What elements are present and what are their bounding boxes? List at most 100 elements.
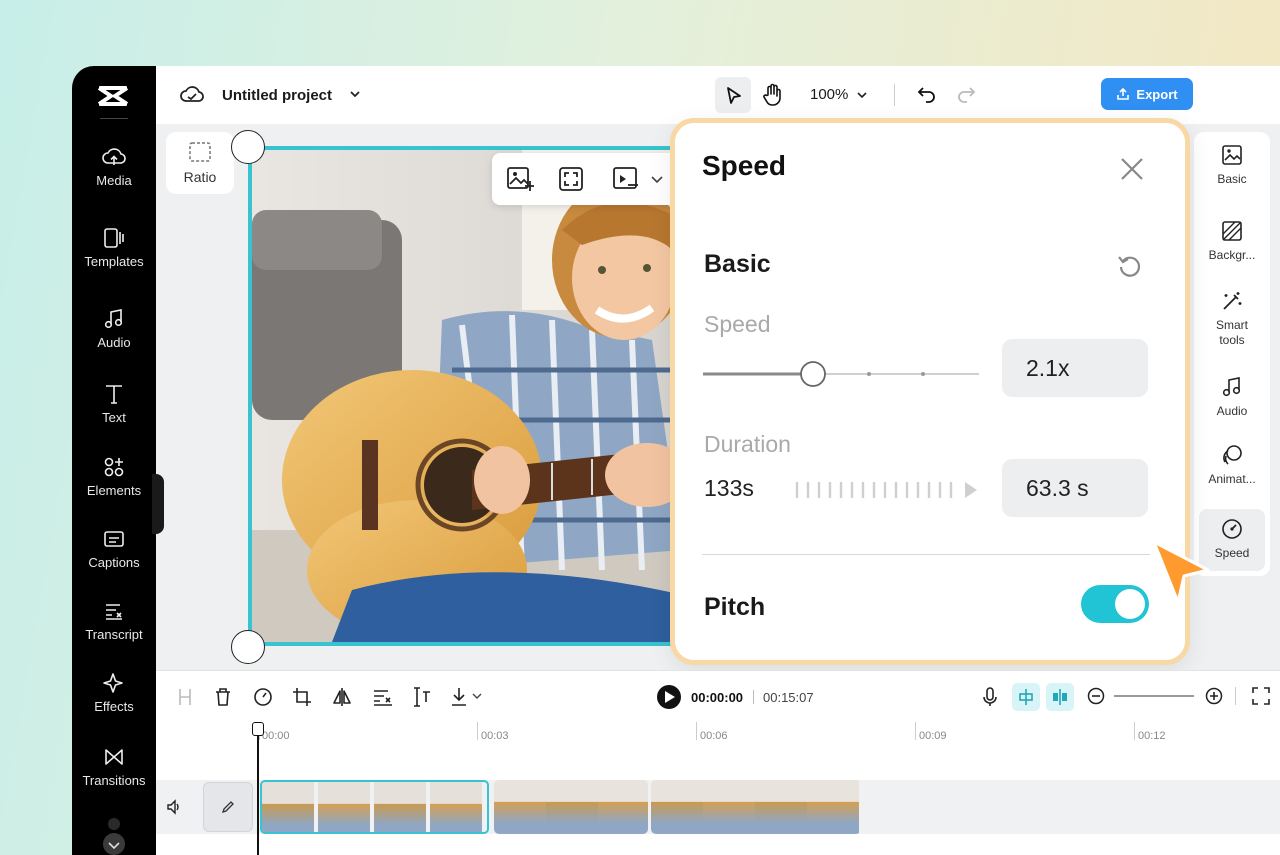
sidebar-item-label: Elements: [86, 483, 142, 498]
crop-icon[interactable]: [292, 687, 312, 707]
close-icon[interactable]: [1119, 156, 1145, 182]
ratio-icon: [189, 142, 211, 162]
video-clip[interactable]: [494, 780, 648, 834]
magnet-snap-button[interactable]: [1012, 683, 1040, 711]
header-divider: [894, 84, 895, 106]
sidebar-item-label: Captions: [88, 555, 140, 570]
image-adjust-icon: [1222, 145, 1242, 165]
floatbar-chevron-icon[interactable]: [650, 173, 664, 185]
flip-icon[interactable]: [332, 687, 352, 707]
track-audio-icon[interactable]: [166, 799, 182, 815]
right-item-background[interactable]: Backgr...: [1194, 220, 1270, 263]
chevron-down-icon[interactable]: [349, 89, 361, 99]
duration-value-field[interactable]: 63.3 s: [1002, 459, 1148, 517]
upload-icon: [1117, 87, 1130, 100]
right-item-basic[interactable]: Basic: [1194, 144, 1270, 187]
music-note-icon: [1222, 377, 1241, 397]
sidebar-item-transcript[interactable]: Transcript: [72, 600, 156, 642]
zoom-level[interactable]: 100%: [810, 86, 848, 103]
sidebar-item-label: Text: [102, 410, 126, 425]
delete-icon[interactable]: [214, 687, 232, 707]
right-item-smart-tools[interactable]: Smart tools: [1194, 290, 1270, 348]
basic-section-heading: Basic: [704, 250, 771, 278]
duration-value: 63.3 s: [1026, 474, 1089, 501]
sidebar-item-effects[interactable]: Effects: [72, 672, 156, 714]
split-icon[interactable]: [176, 687, 194, 707]
capcut-logo-icon[interactable]: [97, 84, 129, 110]
timeline-toolbar: 00:00:00 00:15:07: [156, 670, 1280, 722]
select-tool-button[interactable]: [715, 77, 751, 113]
track-edit-button[interactable]: [203, 782, 253, 832]
reset-icon[interactable]: [1117, 253, 1143, 279]
fullscreen-icon[interactable]: [1252, 687, 1270, 705]
current-time: 00:00:00: [691, 690, 744, 705]
ratio-button[interactable]: Ratio: [166, 132, 234, 194]
speed-label: Speed: [704, 311, 771, 337]
project-name[interactable]: Untitled project: [222, 87, 332, 104]
sidebar-more-icon[interactable]: [100, 816, 128, 855]
video-preview[interactable]: [248, 146, 708, 646]
magic-wand-icon: [1223, 292, 1242, 310]
right-item-label: Backgr...: [1208, 248, 1256, 262]
duration-label: Duration: [704, 431, 791, 457]
export-label: Export: [1136, 86, 1178, 102]
speed-panel-body: Speed Basic Speed 2.1x Duration 133s 63.…: [675, 123, 1185, 660]
add-image-icon[interactable]: [506, 165, 534, 193]
microphone-icon[interactable]: [982, 686, 998, 708]
shapes-icon: [104, 457, 124, 477]
caption-edit-icon[interactable]: [372, 687, 394, 707]
speed-ramp-icon[interactable]: [253, 687, 273, 707]
undo-icon[interactable]: [917, 84, 937, 104]
video-clip-selected[interactable]: [260, 780, 489, 834]
fit-frame-icon[interactable]: [558, 166, 584, 192]
right-item-animation[interactable]: Animat...: [1194, 444, 1270, 487]
sidebar-item-templates[interactable]: Templates: [72, 227, 156, 269]
export-button[interactable]: Export: [1101, 78, 1193, 110]
speed-slider[interactable]: [701, 359, 981, 389]
video-clip[interactable]: [651, 780, 861, 834]
play-button[interactable]: [657, 685, 681, 709]
playhead-handle[interactable]: [252, 722, 264, 736]
sidebar-item-transitions[interactable]: Transitions: [72, 746, 156, 788]
zoom-chevron-icon[interactable]: [856, 90, 868, 100]
speed-value-field[interactable]: 2.1x: [1002, 339, 1148, 397]
sidebar-item-label: Transitions: [82, 773, 146, 788]
right-item-audio[interactable]: Audio: [1194, 376, 1270, 419]
linkage-button[interactable]: [1046, 683, 1074, 711]
text-icon: [106, 385, 122, 404]
toolbar-divider: [1235, 687, 1236, 705]
right-properties-panel: Basic Backgr... Smart tools Audio Animat…: [1194, 132, 1270, 576]
cloud-save-icon[interactable]: [180, 85, 204, 105]
sidebar-item-captions[interactable]: Captions: [72, 528, 156, 570]
timeline-zoom-slider[interactable]: [1114, 695, 1194, 697]
zoom-out-icon[interactable]: [1087, 687, 1105, 705]
background-icon: [1222, 221, 1242, 241]
sidebar-item-text[interactable]: Text: [72, 383, 156, 425]
right-item-label: Animat...: [1208, 472, 1256, 486]
sidebar-collapse-handle[interactable]: [152, 474, 164, 534]
speedometer-icon: [1222, 519, 1242, 539]
pitch-toggle[interactable]: [1081, 585, 1149, 623]
download-icon[interactable]: [450, 686, 486, 708]
auto-reframe-icon[interactable]: [412, 686, 432, 708]
time-divider: [753, 690, 754, 704]
redo-icon[interactable]: [956, 84, 976, 104]
sidebar-item-label: Audio: [97, 335, 131, 350]
playhead[interactable]: [257, 724, 259, 855]
resize-handle-bottom-left[interactable]: [231, 630, 265, 664]
sidebar-item-elements[interactable]: Elements: [72, 456, 156, 498]
total-time: 00:15:07: [763, 690, 814, 705]
music-note-icon: [104, 309, 123, 329]
speed-panel: Speed Basic Speed 2.1x Duration 133s 63.…: [670, 118, 1190, 665]
original-duration: 133s: [704, 475, 754, 501]
sidebar-item-media[interactable]: Media: [72, 146, 156, 188]
zoom-in-icon[interactable]: [1205, 687, 1223, 705]
hand-tool-button[interactable]: [761, 83, 783, 107]
resize-handle-top-left[interactable]: [231, 130, 265, 164]
toggle-knob: [1115, 589, 1145, 619]
replace-media-icon[interactable]: [612, 165, 640, 193]
transcript-icon: [106, 604, 122, 620]
ratio-label: Ratio: [183, 169, 217, 185]
right-item-label: Audio: [1216, 404, 1248, 418]
sidebar-item-audio[interactable]: Audio: [72, 308, 156, 350]
